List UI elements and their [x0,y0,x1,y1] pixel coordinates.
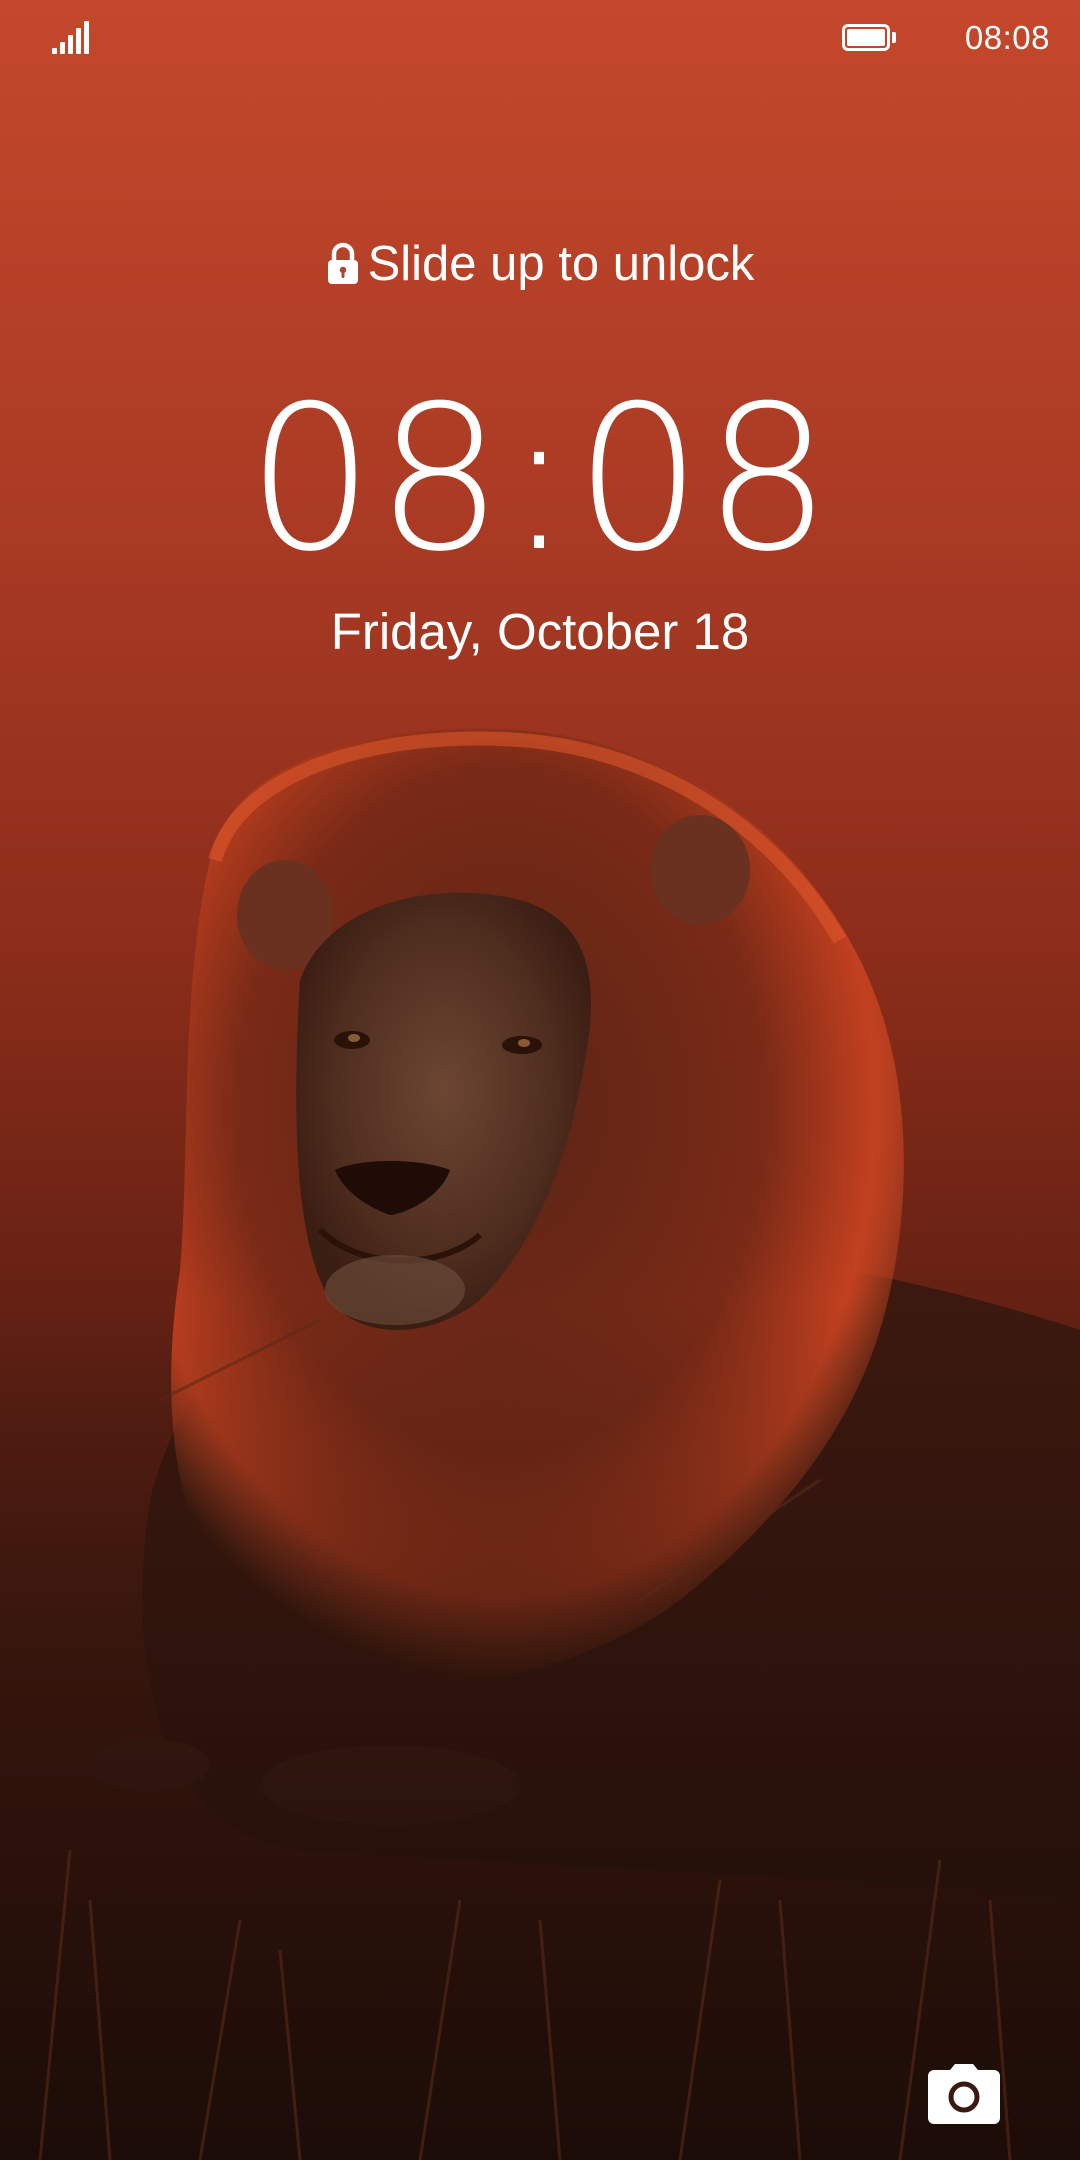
camera-shortcut-button[interactable] [924,2062,1004,2126]
lock-screen-date: Friday, October 18 [330,603,750,660]
wallpaper [0,0,1080,2160]
lion-wallpaper-image [0,0,1080,2160]
status-bar: 08:08 [0,0,1080,76]
signal-bars-icon [52,20,92,54]
lock-icon [327,242,358,284]
status-bar-time: 08:08 [964,19,1050,56]
lock-screen-clock: 08:08 [246,363,834,596]
unlock-hint-label: Slide up to unlock [367,237,755,291]
unlock-hint[interactable]: Slide up to unlock [0,232,1080,296]
camera-icon [928,2064,1000,2124]
battery-full-icon [842,24,896,51]
